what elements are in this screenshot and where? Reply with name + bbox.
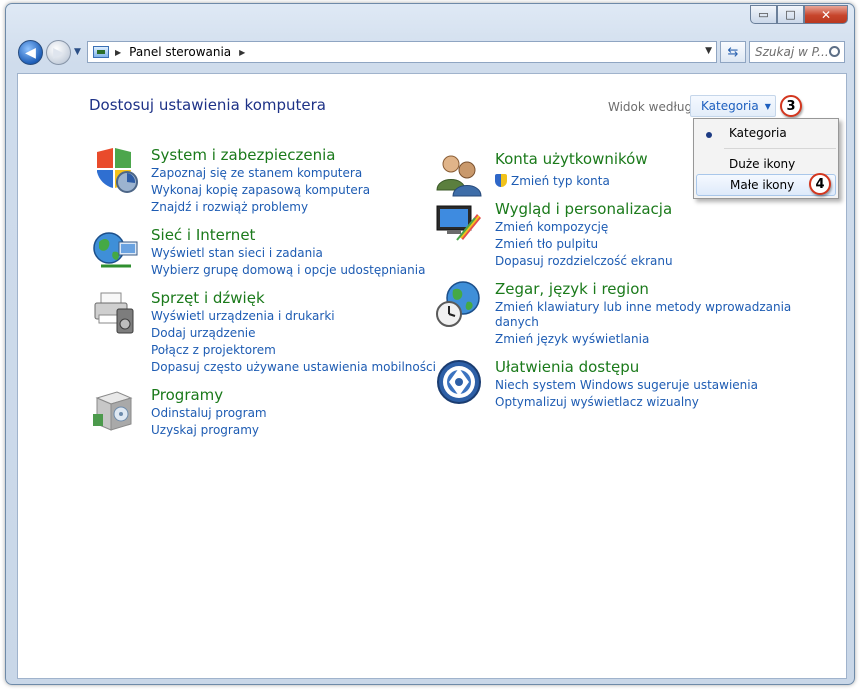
category-title[interactable]: Wygląd i personalizacja (495, 200, 672, 218)
network-globe-icon (93, 232, 138, 268)
category-title[interactable]: Sprzęt i dźwięk (151, 289, 265, 307)
category-link-label: Zmień typ konta (511, 174, 610, 188)
category-link[interactable]: Wykonaj kopię zapasową komputera (151, 183, 370, 197)
menu-divider (724, 148, 836, 149)
category-link[interactable]: Optymalizuj wyświetlacz wizualny (495, 395, 699, 409)
category-title[interactable]: Sieć i Internet (151, 226, 255, 244)
address-bar[interactable]: ▶ Panel sterowania ▶ ▼ (87, 41, 717, 63)
category-link[interactable]: Połącz z projektorem (151, 343, 276, 357)
breadcrumb-separator-icon[interactable]: ▶ (239, 48, 245, 57)
monitor-paint-icon (436, 205, 481, 241)
control-panel-icon (93, 46, 109, 58)
category-link[interactable]: Zmień klawiatury lub inne metody wprowad… (495, 300, 791, 314)
category-title[interactable]: Konta użytkowników (495, 150, 648, 168)
shield-icon (97, 148, 138, 193)
category-title[interactable]: Zegar, język i region (495, 280, 649, 298)
radio-selected-icon (706, 132, 712, 138)
back-button[interactable]: ◀ (18, 40, 43, 65)
accessibility-icon (437, 360, 481, 404)
view-by-dropdown[interactable]: Kategoria ▼ (690, 95, 776, 117)
category-link[interactable]: Wybierz grupę domową i opcje udostępnian… (151, 263, 425, 277)
breadcrumb-separator-icon[interactable]: ▶ (115, 48, 121, 57)
category-title[interactable]: Ułatwienia dostępu (495, 358, 639, 376)
navigation-bar: ◀ ▶ ▼ ▶ Panel sterowania ▶ ▼ ⇆ Szukaj w … (16, 38, 846, 66)
category-link[interactable]: Zmień język wyświetlania (495, 332, 649, 346)
category-link[interactable]: Dopasuj rozdzielczość ekranu (495, 254, 673, 268)
recent-pages-dropdown[interactable]: ▼ (74, 47, 81, 57)
search-icon (829, 46, 840, 57)
uac-shield-icon (495, 174, 507, 187)
users-icon (436, 155, 482, 197)
arrow-right-icon: ▶ (53, 44, 64, 61)
menu-item-large-icons[interactable]: Duże ikony (696, 153, 836, 175)
window: ▭ □ ✕ ◀ ▶ ▼ ▶ Panel sterowania ▶ ▼ ⇆ Szu… (5, 3, 855, 685)
menu-item-category[interactable]: Kategoria (696, 122, 836, 144)
view-by-value: Kategoria (701, 99, 759, 113)
refresh-icon: ⇆ (727, 44, 739, 60)
content-area: Dostosuj ustawienia komputera Widok wedł… (17, 73, 847, 679)
category-link[interactable]: Dodaj urządzenie (151, 326, 256, 340)
maximize-button[interactable]: □ (777, 5, 804, 24)
category-link[interactable]: Odinstaluj program (151, 406, 267, 420)
category-link[interactable]: Zmień tło pulpitu (495, 237, 598, 251)
programs-box-icon (93, 391, 133, 431)
category-link[interactable]: Zmień kompozycję (495, 220, 608, 234)
category-link[interactable]: Wyświetl urządzenia i drukarki (151, 309, 335, 323)
chevron-down-icon: ▼ (764, 101, 771, 111)
address-dropdown-icon[interactable]: ▼ (705, 46, 712, 56)
close-button[interactable]: ✕ (804, 5, 848, 24)
arrow-left-icon: ◀ (25, 44, 36, 61)
page-title: Dostosuj ustawienia komputera (89, 96, 326, 114)
clock-globe-icon (436, 281, 480, 327)
category-link[interactable]: danych (495, 315, 539, 329)
category-link[interactable]: Zmień typ konta (495, 174, 610, 188)
view-by-label: Widok według: (608, 100, 697, 114)
category-link[interactable]: Zapoznaj się ze stanem komputera (151, 166, 362, 180)
category-link[interactable]: Niech system Windows sugeruje ustawienia (495, 378, 758, 392)
window-controls: ▭ □ ✕ (750, 5, 848, 24)
category-title[interactable]: System i zabezpieczenia (151, 146, 335, 164)
breadcrumb-control-panel[interactable]: Panel sterowania (129, 45, 231, 59)
refresh-button[interactable]: ⇆ (720, 41, 746, 63)
category-title[interactable]: Programy (151, 386, 223, 404)
category-link[interactable]: Dopasuj często używane ustawienia mobiln… (151, 360, 436, 374)
menu-item-label: Duże ikony (729, 157, 796, 171)
search-input[interactable]: Szukaj w P... (749, 41, 845, 63)
category-link[interactable]: Wyświetl stan sieci i zadania (151, 246, 323, 260)
category-link[interactable]: Uzyskaj programy (151, 423, 259, 437)
step-badge-4: 4 (809, 173, 831, 195)
menu-item-label: Kategoria (729, 126, 787, 140)
printer-speaker-icon (94, 292, 134, 334)
category-link[interactable]: Znajdź i rozwiąż problemy (151, 200, 308, 214)
menu-item-label: Małe ikony (730, 178, 795, 192)
forward-button[interactable]: ▶ (46, 40, 71, 65)
step-badge-3: 3 (780, 95, 802, 117)
search-placeholder: Szukaj w P... (755, 45, 829, 59)
minimize-button[interactable]: ▭ (750, 5, 777, 24)
